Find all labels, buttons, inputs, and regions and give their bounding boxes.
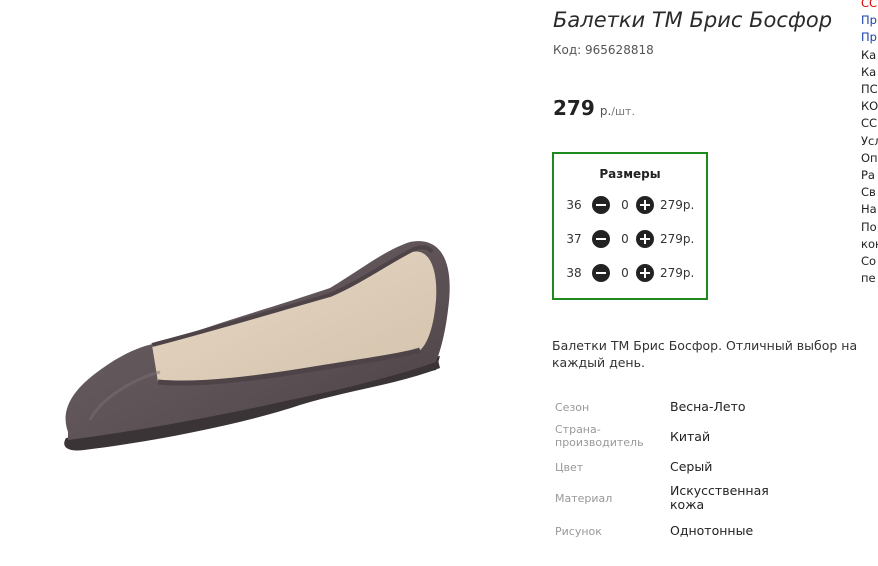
size-row-36: 36 0 279р. bbox=[564, 196, 704, 216]
size-price: 279р. bbox=[660, 266, 695, 280]
side-link[interactable]: пе bbox=[861, 270, 878, 287]
spec-label-pattern: Рисунок bbox=[555, 525, 602, 538]
minus-icon[interactable] bbox=[592, 264, 610, 282]
side-link[interactable]: По bbox=[861, 219, 878, 236]
price-per-unit: /шт. bbox=[611, 105, 635, 118]
side-link[interactable]: СС bbox=[861, 0, 878, 12]
size-price: 279р. bbox=[660, 198, 695, 212]
product-image[interactable] bbox=[0, 0, 540, 562]
spec-value-season: Весна-Лето bbox=[670, 399, 746, 414]
minus-icon[interactable] bbox=[592, 230, 610, 248]
spec-value-material: Искусственная кожа bbox=[670, 483, 769, 512]
plus-icon[interactable] bbox=[636, 230, 654, 248]
side-link[interactable]: Оп bbox=[861, 150, 878, 167]
product-code: Код: 965628818 bbox=[553, 43, 654, 57]
product-description: Балетки ТМ Брис Босфор. Отличный выбор н… bbox=[552, 338, 858, 370]
side-link[interactable]: Ка bbox=[861, 47, 878, 64]
side-link[interactable]: КО bbox=[861, 98, 878, 115]
price-currency: р. bbox=[599, 104, 612, 118]
spec-label-country: Страна- производитель bbox=[555, 423, 644, 449]
ballet-flat-shoe-image bbox=[64, 241, 450, 451]
spec-label-material: Материал bbox=[555, 492, 613, 505]
plus-icon[interactable] bbox=[636, 264, 654, 282]
side-menu: СС Пр Пр Ка Ка ПС КО СС Усл Оп Ра Св На … bbox=[861, 0, 878, 287]
quantity-value: 0 bbox=[621, 266, 629, 280]
product-price: 279 р./шт. bbox=[553, 96, 635, 120]
sizes-title: Размеры bbox=[599, 167, 661, 181]
sizes-panel: Размеры 36 0 279р. 37 0 279р. 38 0 279р. bbox=[552, 152, 708, 300]
side-link[interactable]: Пр bbox=[861, 29, 878, 46]
price-value: 279 bbox=[553, 96, 595, 120]
spec-label-season: Сезон bbox=[555, 401, 590, 414]
side-link[interactable]: Ра bbox=[861, 167, 878, 184]
side-link[interactable]: Пр bbox=[861, 12, 878, 29]
size-row-38: 38 0 279р. bbox=[564, 264, 704, 284]
side-link[interactable]: СС bbox=[861, 115, 878, 132]
side-link[interactable]: ПС bbox=[861, 81, 878, 98]
side-link[interactable]: Со bbox=[861, 253, 878, 270]
minus-icon[interactable] bbox=[592, 196, 610, 214]
size-label: 37 bbox=[566, 232, 582, 246]
spec-label-color: Цвет bbox=[555, 461, 584, 474]
size-label: 38 bbox=[566, 266, 582, 280]
plus-icon[interactable] bbox=[636, 196, 654, 214]
side-link[interactable]: Усл bbox=[861, 133, 878, 150]
size-label: 36 bbox=[566, 198, 582, 212]
spec-value-color: Серый bbox=[670, 459, 713, 474]
product-title: Балетки ТМ Брис Босфор bbox=[553, 8, 833, 32]
quantity-value: 0 bbox=[621, 198, 629, 212]
side-link[interactable]: На bbox=[861, 201, 878, 218]
size-row-37: 37 0 279р. bbox=[564, 230, 704, 250]
spec-value-pattern: Однотонные bbox=[670, 523, 754, 538]
side-link[interactable]: Ка bbox=[861, 64, 878, 81]
side-link[interactable]: кон bbox=[861, 236, 878, 253]
spec-value-country: Китай bbox=[670, 429, 711, 444]
size-price: 279р. bbox=[660, 232, 695, 246]
side-link[interactable]: Св bbox=[861, 184, 878, 201]
quantity-value: 0 bbox=[621, 232, 629, 246]
